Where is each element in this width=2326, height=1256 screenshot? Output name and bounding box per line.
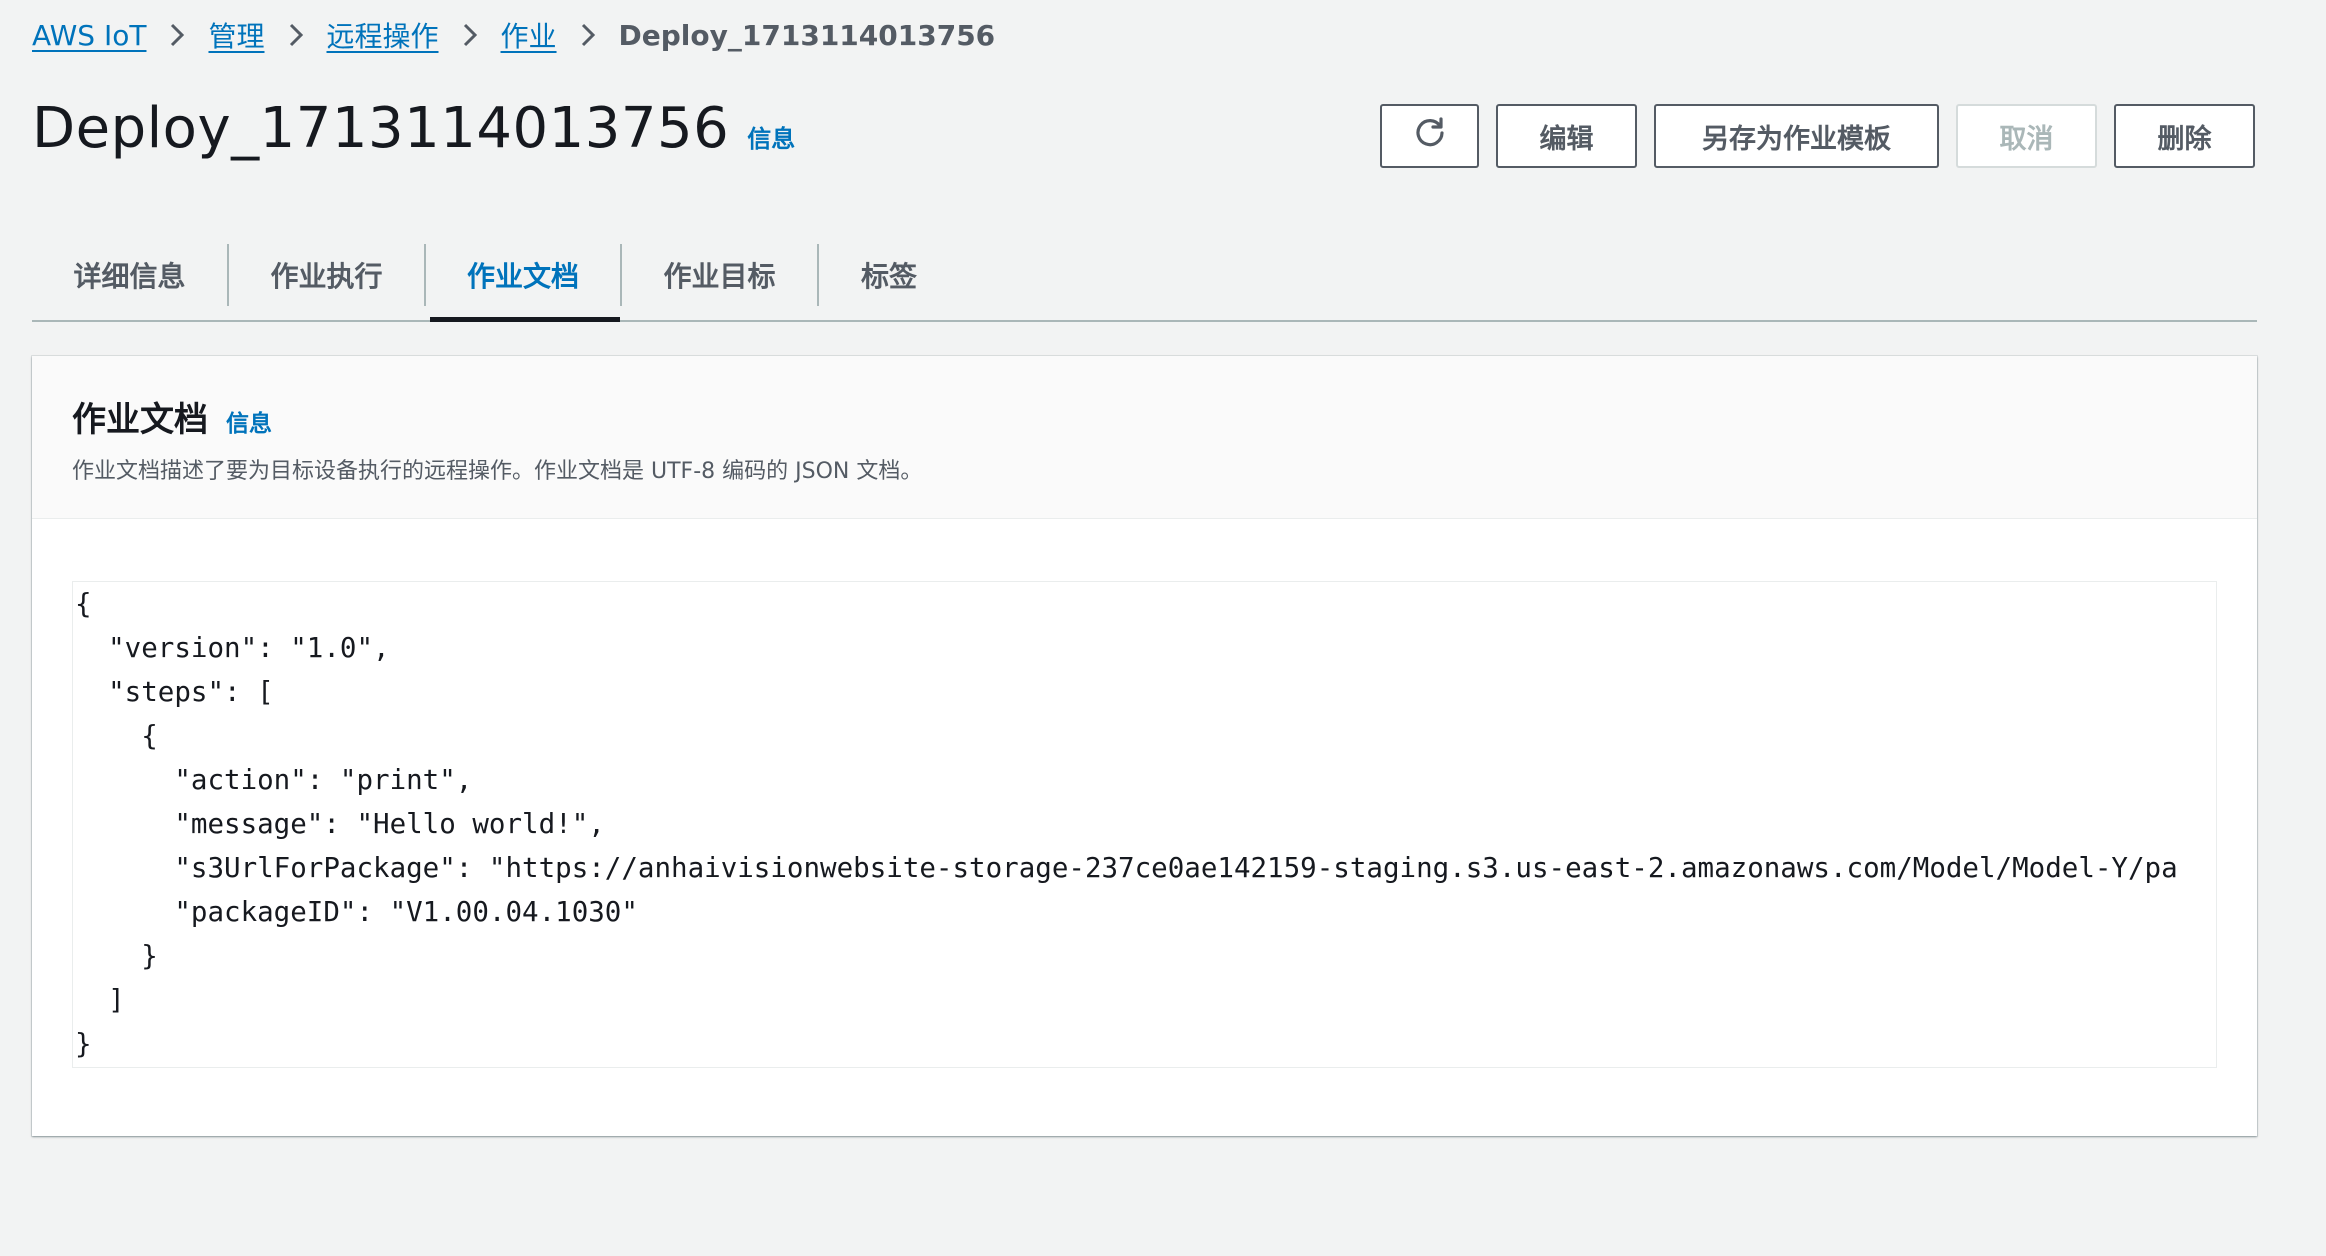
panel-title-row: 作业文档 信息 — [72, 392, 2217, 441]
tab-job-document[interactable]: 作业文档 — [426, 230, 620, 322]
refresh-icon — [1413, 116, 1447, 157]
tab-job-executions[interactable]: 作业执行 — [229, 230, 424, 320]
header-actions: 编辑 另存为作业模板 取消 删除 — [1380, 104, 2255, 168]
job-document-json: { "version": "1.0", "steps": [ { "action… — [75, 588, 2178, 1060]
breadcrumb-link-aws-iot[interactable]: AWS IoT — [32, 19, 146, 52]
page-title: Deploy_1713114013756 — [32, 96, 730, 161]
tab-list: 详细信息 作业执行 作业文档 作业目标 标签 — [32, 230, 2257, 322]
chevron-right-icon — [571, 22, 605, 48]
save-as-template-button[interactable]: 另存为作业模板 — [1654, 104, 1939, 168]
tab-tags[interactable]: 标签 — [819, 230, 959, 320]
cancel-button[interactable]: 取消 — [1956, 104, 2097, 168]
info-link[interactable]: 信息 — [747, 119, 795, 154]
refresh-button[interactable] — [1380, 104, 1479, 168]
panel-info-link[interactable]: 信息 — [226, 404, 272, 438]
job-document-code-viewer[interactable]: { "version": "1.0", "steps": [ { "action… — [72, 581, 2217, 1068]
breadcrumb-link-jobs[interactable]: 作业 — [501, 15, 557, 55]
breadcrumb: AWS IoT 管理 远程操作 作业 Deploy_1713114013756 — [32, 16, 995, 54]
breadcrumb-current: Deploy_1713114013756 — [618, 18, 996, 52]
panel-title: 作业文档 — [72, 400, 208, 440]
chevron-right-icon — [279, 22, 313, 48]
job-document-panel: 作业文档 信息 作业文档描述了要为目标设备执行的远程操作。作业文档是 UTF-8… — [32, 356, 2257, 1136]
chevron-right-icon — [453, 22, 487, 48]
tab-job-targets[interactable]: 作业目标 — [622, 230, 817, 320]
edit-button[interactable]: 编辑 — [1496, 104, 1637, 168]
page-header: Deploy_1713114013756 信息 — [32, 96, 795, 168]
breadcrumb-link-manage[interactable]: 管理 — [208, 15, 264, 55]
panel-header: 作业文档 信息 作业文档描述了要为目标设备执行的远程操作。作业文档是 UTF-8… — [32, 356, 2257, 519]
breadcrumb-link-remote-actions[interactable]: 远程操作 — [327, 15, 439, 55]
panel-description: 作业文档描述了要为目标设备执行的远程操作。作业文档是 UTF-8 编码的 JSO… — [72, 459, 923, 484]
chevron-right-icon — [160, 22, 194, 48]
tab-details[interactable]: 详细信息 — [32, 230, 227, 320]
delete-button[interactable]: 删除 — [2114, 104, 2255, 168]
